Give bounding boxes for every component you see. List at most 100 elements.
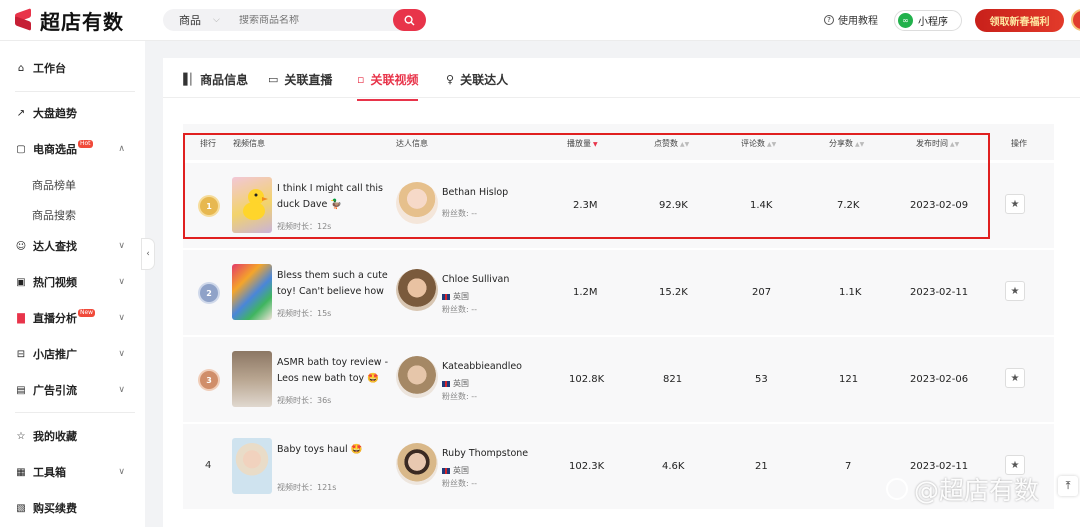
video-tab-icon: ▫ (357, 73, 365, 86)
help-icon: ? (824, 14, 834, 25)
sidebar-collapse-button[interactable]: ‹ (141, 238, 155, 270)
video-title[interactable]: ASMR bath toy review - Leos new bath toy… (277, 355, 389, 387)
sidebar-item-toolbox[interactable]: ▦ 工具箱 ∨ (0, 460, 145, 484)
divider (15, 91, 135, 92)
video-icon: ▣ (16, 276, 26, 288)
sidebar-item-ad-traffic[interactable]: ▤ 广告引流 ∨ (0, 378, 145, 402)
table-row[interactable]: 3 ASMR bath toy review - Leos new bath t… (183, 337, 1054, 422)
creator-name[interactable]: Ruby Thompstone (442, 448, 528, 459)
creator-avatar[interactable] (396, 269, 438, 311)
logo[interactable]: 超店有数 (13, 8, 124, 34)
creator-name[interactable]: Chloe Sullivan (442, 274, 509, 285)
promo-button[interactable]: 领取新春福利 (975, 9, 1064, 32)
miniapp-icon: ∞ (898, 13, 913, 28)
rank-bronze-medal-icon: 3 (200, 371, 218, 389)
creator-name[interactable]: Kateabbieandleo (442, 361, 522, 372)
favorite-button[interactable]: ★ (1005, 281, 1025, 301)
search-input[interactable] (223, 14, 373, 26)
chevron-up-icon: ∧ (118, 144, 125, 154)
rank-number: 4 (205, 460, 212, 471)
sidebar-item-hot-videos[interactable]: ▣ 热门视频 ∨ (0, 270, 145, 294)
tab-label: 关联达人 (460, 73, 509, 87)
sidebar-item-purchase[interactable]: ▧ 购买续费 (0, 496, 145, 520)
sidebar-item-label: 达人查找 (33, 240, 77, 253)
video-thumbnail[interactable] (232, 264, 272, 320)
sidebar-item-label: 大盘趋势 (33, 107, 77, 120)
chevron-down-icon: ∨ (118, 385, 125, 395)
highlight-box (183, 133, 990, 239)
sidebar-item-label: 工作台 (33, 62, 66, 75)
bar-icon: ▇ (17, 312, 25, 324)
logo-text: 超店有数 (40, 9, 124, 34)
video-title[interactable]: Baby toys haul 🤩 (277, 442, 389, 458)
search-icon (404, 14, 415, 25)
tab-label: 关联视频 (370, 73, 419, 87)
sidebar-item-workbench[interactable]: ⌂ 工作台 (0, 56, 145, 80)
creator-fans: 粉丝数: -- (442, 392, 478, 401)
sidebar-item-product-selection[interactable]: ▢ 电商选品 Hot ∧ (0, 137, 145, 161)
tab-related-videos[interactable]: ▫ 关联视频 (357, 71, 419, 101)
sidebar-item-live-analysis[interactable]: ▇ 直播分析 New ∨ (0, 306, 145, 330)
trend-icon: ↗ (16, 107, 26, 119)
arrow-up-icon: ⤒ (1065, 479, 1071, 492)
video-thumbnail[interactable] (232, 351, 272, 407)
cart-icon: ▧ (16, 502, 26, 514)
video-thumbnail[interactable] (232, 438, 272, 494)
favorite-button[interactable]: ★ (1005, 194, 1025, 214)
sidebar-item-store-promotion[interactable]: ⊟ 小店推广 ∨ (0, 342, 145, 366)
tutorial-link[interactable]: ? 使用教程 (824, 12, 878, 27)
plays-value: 102.8K (569, 374, 605, 385)
star-icon: ★ (1010, 459, 1020, 471)
live-icon: ▭ (268, 73, 279, 86)
sidebar-item-creator-search[interactable]: ☺ 达人查找 ∨ (0, 234, 145, 258)
sidebar-item-favorites[interactable]: ☆ 我的收藏 (0, 424, 145, 448)
bag-icon: ▢ (16, 143, 26, 155)
search-type-label: 商品 (179, 14, 201, 27)
search-type-select[interactable]: 商品 ⌵ (163, 12, 223, 28)
tutorial-label: 使用教程 (838, 16, 878, 27)
hot-badge: Hot (78, 140, 93, 148)
sidebar-item-product-ranking[interactable]: 商品榜单 (32, 177, 76, 193)
creator-avatar[interactable] (396, 443, 438, 485)
comments-value: 207 (752, 287, 772, 298)
main-panel: ▐│ 商品信息 ▭ 关联直播 ▫ 关联视频 ♀ 关联达人 排行 视频信息 达人信… (163, 58, 1080, 527)
watermark-logo-icon (886, 478, 908, 500)
user-avatar[interactable] (1071, 9, 1080, 31)
star-icon: ★ (1010, 285, 1020, 297)
video-title[interactable]: Bless them such a cute toy! Can't believ… (277, 268, 389, 300)
sidebar-item-label: 广告引流 (33, 384, 77, 397)
creator-country: 英国 (442, 291, 469, 302)
back-to-top-button[interactable]: ⤒ (1058, 476, 1078, 496)
watermark: @超店有数 (886, 471, 1039, 507)
creator-country: 英国 (442, 378, 469, 389)
top-bar: 超店有数 商品 ⌵ ? 使用教程 ∞ 小程序 领取新春福利 (0, 0, 1080, 41)
people-icon: ☺ (15, 240, 27, 252)
sidebar-item-market-trend[interactable]: ↗ 大盘趋势 (0, 101, 145, 125)
chevron-left-icon: ‹ (146, 249, 150, 259)
sidebar-item-product-search[interactable]: 商品搜索 (32, 207, 76, 223)
favorite-button[interactable]: ★ (1005, 368, 1025, 388)
home-icon: ⌂ (17, 62, 25, 74)
shares-value: 121 (839, 374, 859, 385)
sidebar-item-label: 工具箱 (33, 466, 66, 479)
toolbox-icon: ▦ (16, 466, 26, 478)
creator-country: 英国 (442, 465, 469, 476)
video-duration: 视频时长：15s (277, 309, 332, 318)
chevron-down-icon: ∨ (118, 467, 125, 477)
shares-value: 1.1K (839, 287, 862, 298)
bar-chart-icon: ▐│ (179, 73, 195, 86)
plays-value: 102.3K (569, 461, 605, 472)
tab-related-live[interactable]: ▭ 关联直播 (268, 71, 332, 88)
miniapp-button[interactable]: ∞ 小程序 (894, 10, 962, 31)
rank-silver-medal-icon: 2 (200, 284, 218, 302)
video-duration: 视频时长：36s (277, 396, 332, 405)
star-icon: ☆ (16, 430, 26, 442)
tab-product-info[interactable]: ▐│ 商品信息 (179, 71, 248, 88)
table-row[interactable]: 2 Bless them such a cute toy! Can't beli… (183, 250, 1054, 335)
tab-related-creators[interactable]: ♀ 关联达人 (446, 71, 508, 88)
creator-fans: 粉丝数: -- (442, 305, 478, 314)
creator-avatar[interactable] (396, 356, 438, 398)
video-duration: 视频时长：121s (277, 483, 337, 492)
search-button[interactable] (393, 9, 426, 31)
sidebar-item-label: 直播分析 (33, 312, 77, 325)
